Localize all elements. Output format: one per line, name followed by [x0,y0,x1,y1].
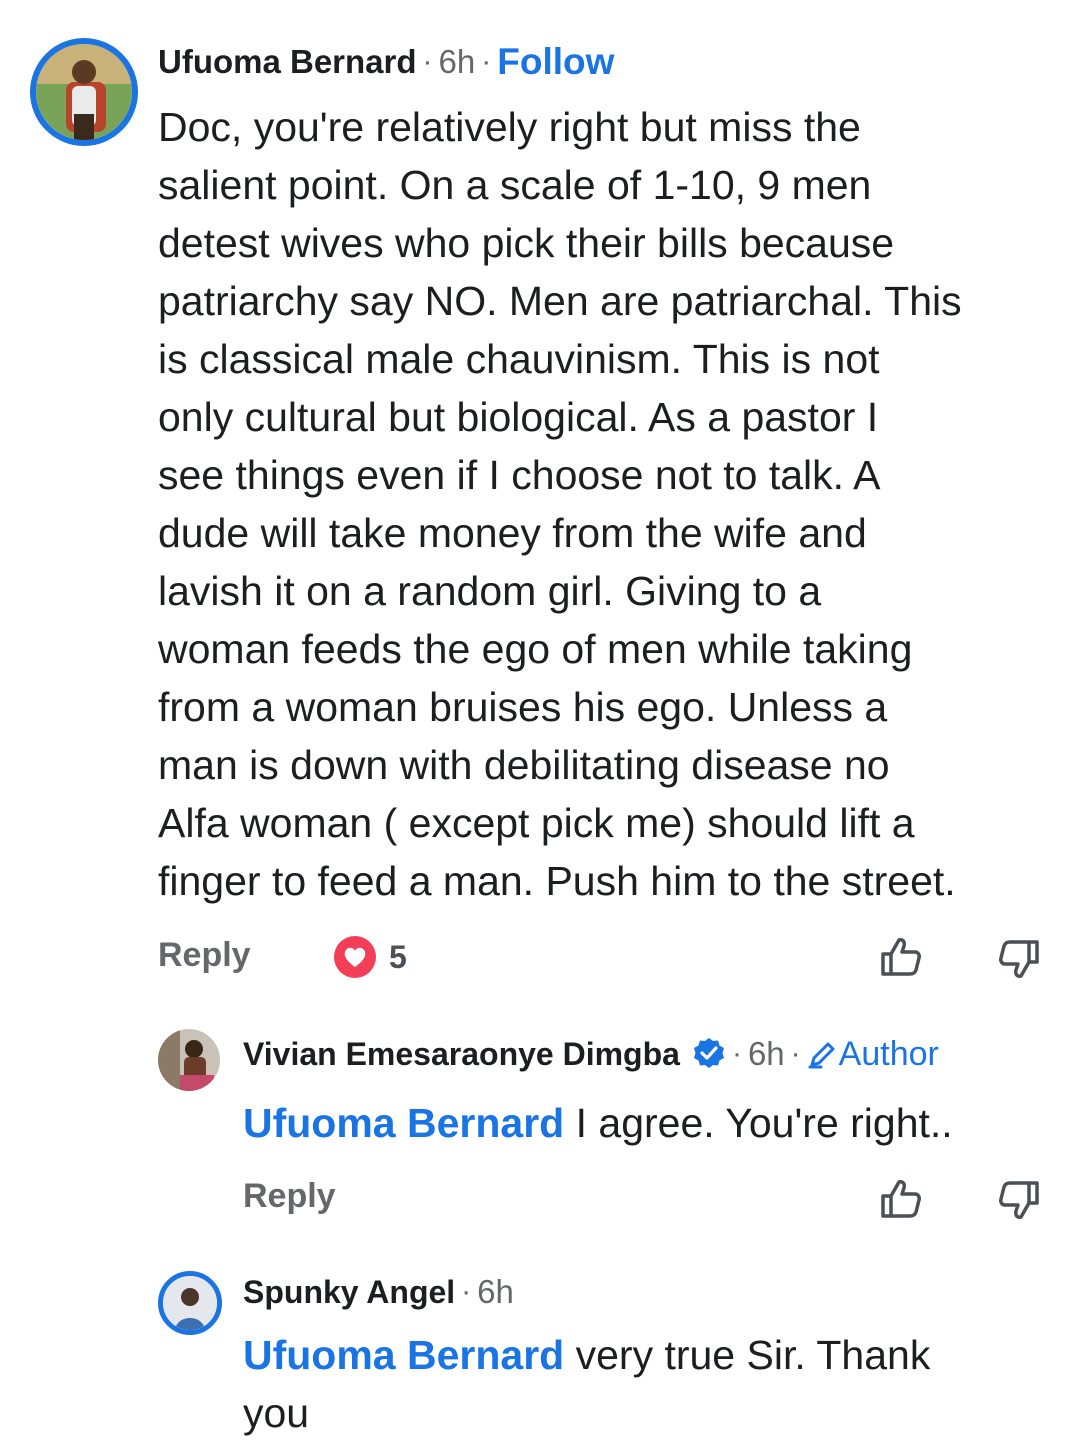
verified-badge-icon [693,1038,724,1068]
separator-dot: · [481,45,492,78]
avatar-photo-icon [158,1029,220,1091]
avatar-photo-icon [163,1276,217,1330]
reply-body: Ufuoma Bernard very true Sir. Thank you [243,1326,1063,1442]
comment-text: Doc, you're relatively right but miss th… [158,104,962,904]
thumbs-down-icon[interactable] [996,1177,1042,1223]
thumbs-up-icon[interactable] [878,1176,924,1222]
follow-button[interactable]: Follow [497,41,614,83]
separator-dot: · [422,45,433,78]
comment-time: 6h [438,43,476,80]
mention-link[interactable]: Ufuoma Bernard [243,1332,564,1378]
separator-dot: · [461,1275,472,1308]
reply-avatar[interactable] [158,1029,220,1091]
comment-header: Ufuoma Bernard · 6h · Follow [158,40,614,84]
separator-dot: · [790,1037,801,1070]
reply-header: Spunky Angel · 6h [243,1270,514,1314]
reply-text: I agree. You're right.. [564,1100,953,1146]
reply-body: Ufuoma Bernard I agree. You're right.. [243,1094,1063,1152]
thumbs-up-icon[interactable] [878,934,924,980]
reply-button[interactable]: Reply [243,1177,336,1216]
author-badge: Author [807,1035,939,1074]
commenter-avatar[interactable] [30,38,138,146]
commenter-name[interactable]: Ufuoma Bernard [158,43,417,81]
reaction-summary[interactable]: 5 [333,935,407,979]
reply-author-name[interactable]: Spunky Angel [243,1274,455,1311]
reply-avatar[interactable] [158,1271,222,1335]
reply-header: Vivian Emesaraonye Dimgba · 6h · Author [243,1032,939,1076]
avatar-photo-icon [36,44,132,140]
reply-time: 6h [477,1273,514,1310]
reply-button[interactable]: Reply [158,936,251,975]
heart-icon [334,936,376,978]
pencil-icon [808,1042,835,1069]
author-badge-label: Author [838,1034,939,1073]
mention-link[interactable]: Ufuoma Bernard [243,1100,564,1146]
reply-time: 6h [747,1035,785,1072]
reaction-count: 5 [389,938,407,975]
reply-author-name[interactable]: Vivian Emesaraonye Dimgba [243,1036,680,1073]
separator-dot: · [731,1037,742,1070]
thumbs-down-icon[interactable] [996,936,1042,982]
